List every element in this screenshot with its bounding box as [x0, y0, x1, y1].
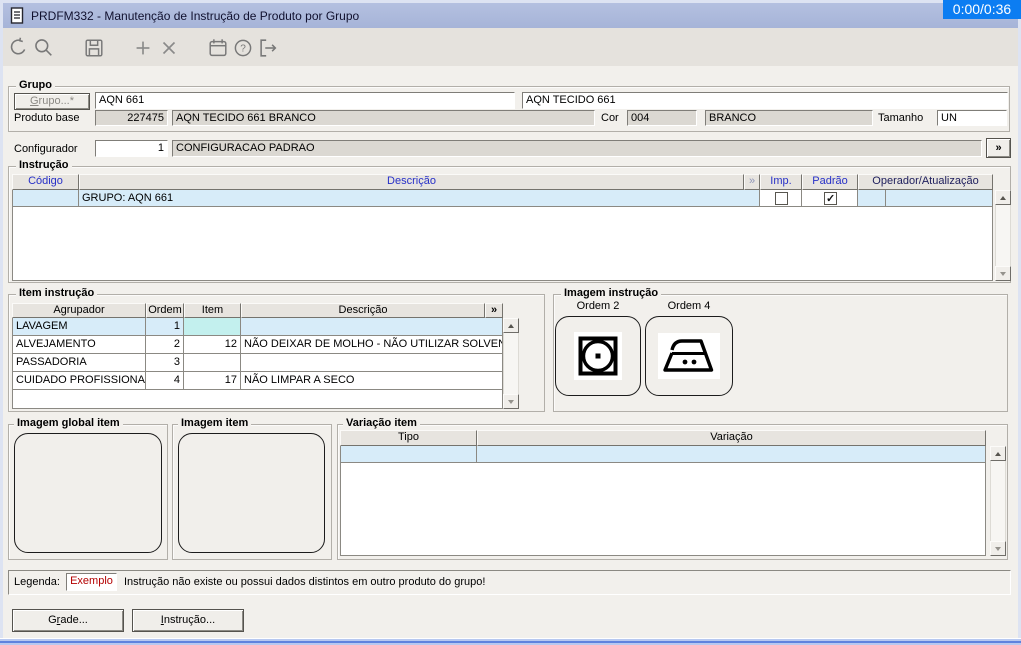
produto-base-code-field: 227475 [95, 110, 168, 126]
variacao-scroll-down-icon[interactable] [990, 541, 1006, 556]
col-header-agrupador[interactable]: Agrupador [12, 303, 146, 318]
table-row-cell[interactable]: 4 [146, 372, 184, 390]
instrucao-scroll-up-icon[interactable] [995, 190, 1011, 205]
instrucao-cell-codigo[interactable] [12, 190, 79, 207]
table-row-cell[interactable]: 1 [146, 318, 184, 336]
delete-icon[interactable] [157, 36, 181, 60]
table-row-cell[interactable]: 3 [146, 354, 184, 372]
legenda-label: Legenda: [14, 576, 60, 588]
configurador-desc-field: CONFIGURACAO PADRAO [172, 140, 982, 157]
col-header-item-mini-expand[interactable]: » [485, 303, 503, 318]
titlebar[interactable]: PRDFM332 - Manutenção de Instrução de Pr… [3, 3, 1018, 28]
imagem-global-item-slot[interactable] [14, 433, 162, 553]
item-instrucao-legend: Item instrução [16, 287, 98, 299]
table-row-cell[interactable]: PASSADORIA [12, 354, 146, 372]
search-icon[interactable] [32, 36, 56, 60]
imp-checkbox[interactable] [775, 192, 788, 205]
grade-button[interactable]: Grade... [12, 609, 124, 632]
legenda-text: Instrução não existe ou possui dados dis… [124, 576, 486, 588]
imagem-instrucao-legend: Imagem instrução [561, 287, 662, 299]
tumble-dry-icon [574, 332, 622, 380]
padrao-checkbox[interactable] [824, 192, 837, 205]
table-row-cell[interactable]: NÃO LIMPAR A SECO [241, 372, 503, 390]
add-icon[interactable] [131, 36, 155, 60]
instrucao-scroll-down-icon[interactable] [995, 266, 1011, 281]
configurador-expand-button[interactable]: » [986, 138, 1011, 158]
variacao-item-legend: Variação item [343, 417, 420, 429]
imagem-instrucao-slot-1[interactable] [555, 316, 641, 396]
table-row-cell[interactable]: NÃO DEIXAR DE MOLHO - NÃO UTILIZAR SOLVE… [241, 336, 503, 354]
table-row-cell[interactable]: ALVEJAMENTO [12, 336, 146, 354]
table-row-cell[interactable]: CUIDADO PROFISSIONAL [12, 372, 146, 390]
calendar-icon[interactable] [206, 36, 230, 60]
exit-icon[interactable] [256, 36, 280, 60]
produto-base-desc-field: AQN TECIDO 661 BRANCO [172, 110, 595, 126]
col-header-operador[interactable]: Operador/Atualização [858, 174, 993, 190]
col-header-item-descricao[interactable]: Descrição [241, 303, 485, 318]
instrucao-legend: Instrução [16, 159, 72, 171]
svg-text:?: ? [240, 44, 246, 55]
imagem-item-legend: Imagem item [178, 417, 252, 429]
table-row-cell[interactable] [241, 354, 503, 372]
configurador-code-field[interactable]: 1 [95, 140, 168, 157]
table-row-cell[interactable] [184, 354, 241, 372]
window-frame-bottom [0, 638, 1021, 645]
instrucao-cell-operador-2[interactable] [886, 190, 993, 207]
col-header-imp[interactable]: Imp. [760, 174, 802, 190]
grupo-legend: Grupo [16, 79, 55, 91]
grupo-button[interactable]: Grupo...* [14, 93, 90, 110]
col-header-tipo[interactable]: Tipo [340, 430, 477, 446]
table-row-cell[interactable]: 12 [184, 336, 241, 354]
cor-code-field: 004 [627, 110, 697, 126]
col-header-ordem[interactable]: Ordem [146, 303, 184, 318]
variacao-scrollbar[interactable] [990, 446, 1006, 556]
grupo-code-field[interactable]: AQN 661 [95, 92, 515, 109]
iron-two-dots-icon [658, 333, 720, 379]
col-header-descricao[interactable]: Descrição [79, 174, 744, 190]
recording-timer: 0:00/0:36 [943, 0, 1021, 19]
app-window: PRDFM332 - Manutenção de Instrução de Pr… [0, 0, 1021, 645]
help-icon[interactable]: ? [231, 36, 255, 60]
ordem-4-label: Ordem 4 [667, 300, 711, 312]
window-title: PRDFM332 - Manutenção de Instrução de Pr… [31, 8, 360, 23]
grupo-desc-field[interactable]: AQN TECIDO 661 [522, 92, 1008, 109]
toolbar [3, 28, 1018, 66]
imagem-instrucao-slot-2[interactable] [645, 316, 733, 396]
instrucao-cell-operador-1[interactable] [858, 190, 886, 207]
col-header-mini-expand[interactable]: » [744, 174, 760, 190]
instrucao-cell-descricao[interactable]: GRUPO: AQN 661 [79, 190, 760, 207]
selected-cell[interactable] [184, 318, 241, 336]
variacao-cell-tipo[interactable] [340, 446, 477, 463]
exemplo-sample: Exemplo [66, 573, 117, 591]
ordem-2-label: Ordem 2 [576, 300, 620, 312]
tamanho-label: Tamanho [878, 112, 924, 124]
col-header-variacao[interactable]: Variação [477, 430, 986, 446]
app-icon [10, 7, 24, 24]
table-row-cell[interactable]: 2 [146, 336, 184, 354]
undo-icon[interactable] [6, 36, 30, 60]
produto-base-label: Produto base [14, 112, 80, 124]
table-row-cell[interactable]: 17 [184, 372, 241, 390]
tamanho-field[interactable]: UN [937, 110, 1007, 126]
cor-desc-field: BRANCO [705, 110, 873, 126]
configurador-label: Configurador [14, 143, 78, 155]
item-instrucao-scroll-up-icon[interactable] [503, 318, 519, 333]
imagem-global-item-legend: Imagem global item [14, 417, 123, 429]
col-header-padrao[interactable]: Padrão [802, 174, 858, 190]
save-icon[interactable] [82, 36, 106, 60]
cor-label: Cor [601, 112, 619, 124]
variacao-scroll-up-icon[interactable] [990, 446, 1006, 461]
variacao-cell-variacao[interactable] [477, 446, 986, 463]
col-header-item[interactable]: Item [184, 303, 241, 318]
instrucao-button[interactable]: Instrução... [132, 609, 244, 632]
imagem-item-slot[interactable] [178, 433, 325, 553]
table-row-cell[interactable] [241, 318, 503, 336]
table-row-cell[interactable]: LAVAGEM [12, 318, 146, 336]
item-instrucao-scroll-down-icon[interactable] [503, 394, 519, 409]
col-header-codigo[interactable]: Código [12, 174, 79, 190]
